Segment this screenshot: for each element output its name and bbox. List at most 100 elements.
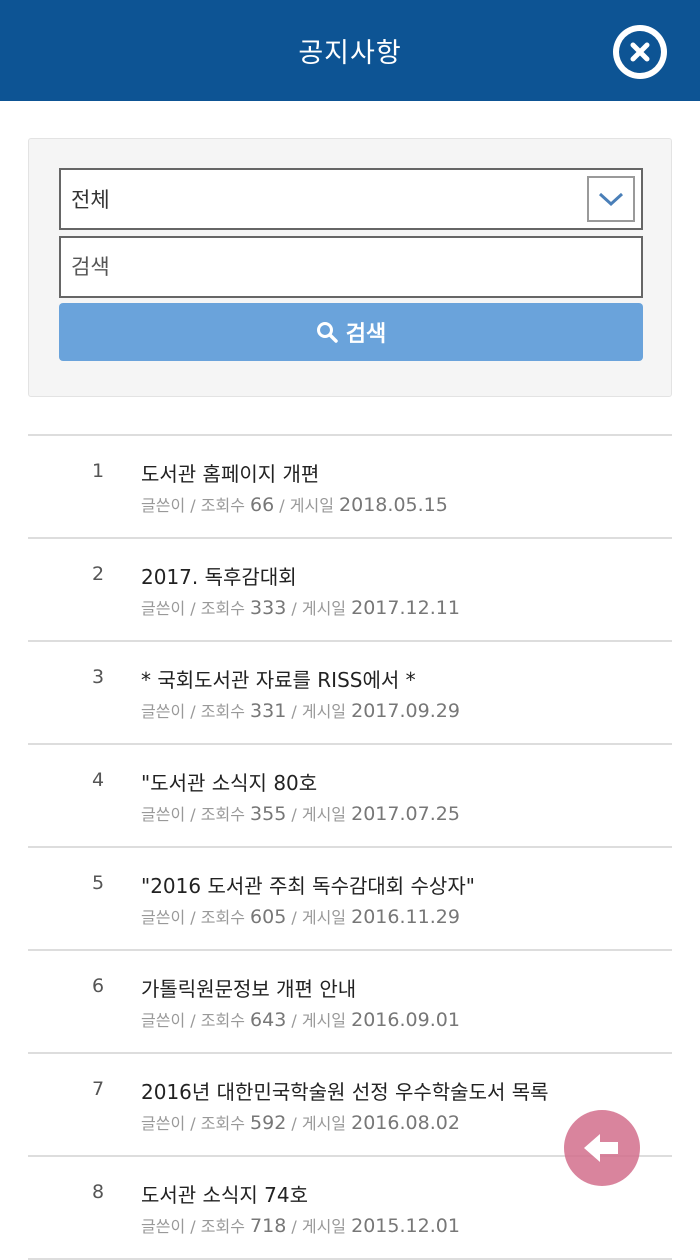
meta-separator: / (190, 1011, 196, 1030)
author-label: 글쓴이 (141, 1114, 186, 1133)
item-title[interactable]: 2017. 독후감대회 (141, 561, 297, 590)
item-number: 1 (91, 460, 105, 482)
item-meta: 글쓴이 / 조회수 355 / 게시일 2017.07.25 (141, 801, 460, 825)
views-label: 조회수 (200, 702, 245, 721)
item-meta: 글쓴이 / 조회수 605 / 게시일 2016.11.29 (141, 904, 460, 928)
meta-separator: / (190, 599, 196, 618)
page-title: 공지사항 (298, 38, 402, 69)
views-label: 조회수 (200, 908, 245, 927)
views-label: 조회수 (200, 805, 245, 824)
meta-separator: / (279, 496, 285, 515)
meta-separator: / (190, 1217, 196, 1236)
author-label: 글쓴이 (141, 702, 186, 721)
list-item[interactable]: 6 가톨릭원문정보 개편 안내글쓴이 / 조회수 643 / 게시일 2016.0… (28, 951, 672, 1054)
views-count: 592 (250, 1112, 287, 1134)
back-arrow-icon (584, 1134, 618, 1162)
list-item[interactable]: 2 2017. 독후감대회글쓴이 / 조회수 333 / 게시일 2017.12.… (28, 539, 672, 642)
close-button[interactable] (613, 25, 667, 79)
item-number: 2 (91, 563, 105, 585)
item-title[interactable]: "도서관 소식지 80호 (141, 767, 317, 796)
item-meta: 글쓴이 / 조회수 66 / 게시일 2018.05.15 (141, 492, 448, 516)
posted-label: 게시일 (301, 1217, 347, 1236)
posted-label: 게시일 (301, 1114, 347, 1133)
posted-label: 게시일 (301, 599, 347, 618)
posted-date: 2015.12.01 (351, 1215, 460, 1237)
author-label: 글쓴이 (141, 496, 186, 515)
item-meta: 글쓴이 / 조회수 592 / 게시일 2016.08.02 (141, 1110, 460, 1134)
meta-separator: / (291, 805, 297, 824)
item-number: 6 (91, 975, 105, 997)
views-label: 조회수 (200, 1217, 245, 1236)
item-title[interactable]: 2016년 대한민국학술원 선정 우수학술도서 목록 (141, 1076, 549, 1105)
meta-separator: / (291, 1217, 297, 1236)
meta-separator: / (291, 599, 297, 618)
list-item[interactable]: 4 "도서관 소식지 80호글쓴이 / 조회수 355 / 게시일 2017.07… (28, 745, 672, 848)
views-label: 조회수 (200, 599, 245, 618)
author-label: 글쓴이 (141, 1217, 186, 1236)
views-label: 조회수 (200, 1114, 245, 1133)
views-label: 조회수 (200, 1011, 245, 1030)
views-label: 조회수 (200, 496, 245, 515)
item-title[interactable]: "2016 도서관 주최 독수감대회 수상자" (141, 870, 475, 899)
views-count: 605 (250, 906, 287, 928)
app-header: 공지사항 (0, 0, 700, 101)
search-button[interactable]: 검색 (59, 303, 643, 361)
views-count: 333 (250, 597, 287, 619)
item-meta: 글쓴이 / 조회수 643 / 게시일 2016.09.01 (141, 1007, 460, 1031)
posted-date: 2017.07.25 (351, 803, 460, 825)
back-button[interactable] (564, 1110, 640, 1186)
posted-date: 2016.11.29 (351, 906, 460, 928)
posted-date: 2016.09.01 (351, 1009, 460, 1031)
list-item[interactable]: 3 * 국회도서관 자료를 RISS에서 * 글쓴이 / 조회수 331 / 게시일… (28, 642, 672, 745)
meta-separator: / (291, 1011, 297, 1030)
close-circle-icon (619, 31, 661, 73)
author-label: 글쓴이 (141, 1011, 186, 1030)
author-label: 글쓴이 (141, 805, 186, 824)
views-count: 66 (250, 494, 275, 516)
item-number: 5 (91, 872, 105, 894)
item-number: 4 (91, 769, 105, 791)
views-count: 643 (250, 1009, 287, 1031)
item-title[interactable]: 가톨릭원문정보 개편 안내 (141, 973, 356, 1002)
meta-separator: / (190, 908, 196, 927)
meta-separator: / (190, 496, 196, 515)
posted-label: 게시일 (301, 805, 347, 824)
search-input[interactable] (59, 236, 643, 298)
posted-label: 게시일 (301, 1011, 347, 1030)
posted-date: 2016.08.02 (351, 1112, 460, 1134)
item-number: 8 (91, 1181, 105, 1203)
author-label: 글쓴이 (141, 908, 186, 927)
item-meta: 글쓴이 / 조회수 718 / 게시일 2015.12.01 (141, 1213, 460, 1237)
posted-label: 게시일 (301, 908, 347, 927)
chevron-down-icon[interactable] (587, 176, 635, 222)
meta-separator: / (190, 805, 196, 824)
posted-date: 2018.05.15 (339, 494, 448, 516)
meta-separator: / (190, 1114, 196, 1133)
category-select-value: 전체 (71, 188, 110, 212)
posted-date: 2017.09.29 (351, 700, 460, 722)
posted-label: 게시일 (289, 496, 334, 515)
views-count: 355 (250, 803, 287, 825)
list-item[interactable]: 5 "2016 도서관 주최 독수감대회 수상자" 글쓴이 / 조회수 605 / … (28, 848, 672, 951)
item-meta: 글쓴이 / 조회수 331 / 게시일 2017.09.29 (141, 698, 460, 722)
item-number: 3 (91, 666, 105, 688)
item-title[interactable]: 도서관 소식지 74호 (141, 1179, 308, 1208)
item-number: 7 (91, 1078, 105, 1100)
item-title[interactable]: 도서관 홈페이지 개편 (141, 458, 319, 487)
views-count: 331 (250, 700, 287, 722)
search-icon (316, 322, 338, 343)
views-count: 718 (250, 1215, 287, 1237)
meta-separator: / (291, 908, 297, 927)
item-title[interactable]: * 국회도서관 자료를 RISS에서 * (141, 664, 416, 693)
author-label: 글쓴이 (141, 599, 186, 618)
category-select[interactable]: 전체 (59, 168, 643, 230)
item-meta: 글쓴이 / 조회수 333 / 게시일 2017.12.11 (141, 595, 460, 619)
meta-separator: / (190, 702, 196, 721)
search-button-label: 검색 (345, 322, 387, 347)
list-item[interactable]: 1 도서관 홈페이지 개편글쓴이 / 조회수 66 / 게시일 2018.05.1… (28, 436, 672, 539)
posted-label: 게시일 (301, 702, 347, 721)
posted-date: 2017.12.11 (351, 597, 460, 619)
meta-separator: / (291, 702, 297, 721)
meta-separator: / (291, 1114, 297, 1133)
search-panel: 전체 검색 (28, 138, 672, 397)
